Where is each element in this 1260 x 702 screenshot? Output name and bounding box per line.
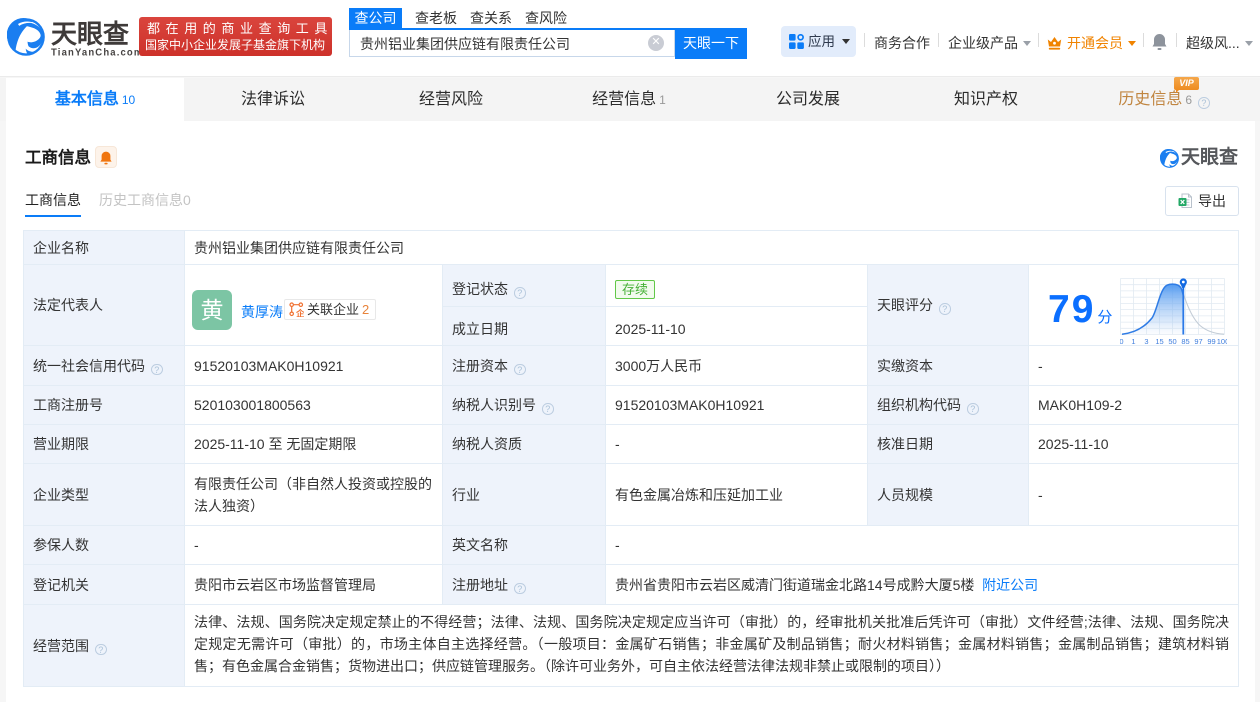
svg-text:15: 15	[1155, 337, 1163, 346]
svg-text:85: 85	[1181, 337, 1189, 346]
svg-text:100: 100	[1217, 337, 1227, 346]
svg-text:1: 1	[1131, 337, 1135, 346]
svg-text:0: 0	[1120, 337, 1124, 346]
svg-text:3: 3	[1144, 337, 1148, 346]
svg-text:97: 97	[1194, 337, 1202, 346]
svg-text:50: 50	[1168, 337, 1176, 346]
svg-text:企: 企	[295, 309, 304, 317]
svg-text:99: 99	[1207, 337, 1215, 346]
